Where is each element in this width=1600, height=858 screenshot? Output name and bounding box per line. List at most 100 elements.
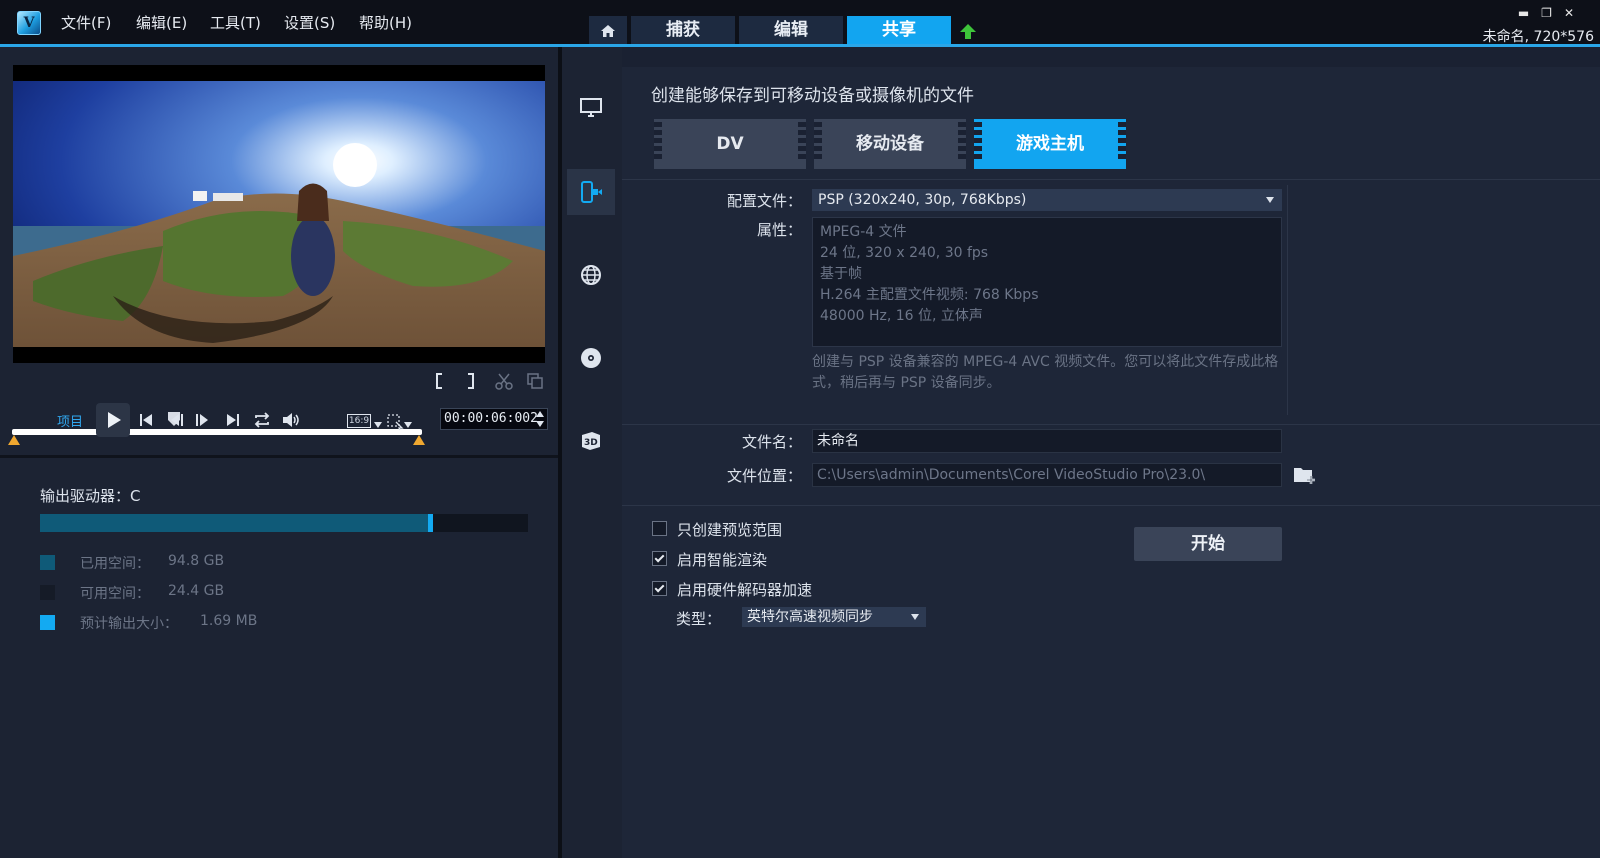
smart-render-checkbox[interactable] bbox=[652, 551, 667, 566]
timecode-stepper-icon[interactable] bbox=[535, 409, 545, 429]
copy-clip-icon[interactable] bbox=[526, 372, 544, 390]
globe-icon bbox=[581, 265, 601, 285]
output-drive-panel: 输出驱动器：C 已用空间： 94.8 GB 可用空间： 24.4 GB 预计输出… bbox=[0, 458, 558, 858]
hw-decoder-checkbox[interactable] bbox=[652, 581, 667, 596]
menu-file[interactable]: 文件(F) bbox=[61, 12, 111, 33]
file-location-input[interactable]: C:\Users\admin\Documents\Corel VideoStud… bbox=[812, 463, 1282, 487]
disc-icon bbox=[581, 348, 601, 368]
mark-in-icon[interactable] bbox=[433, 372, 445, 390]
aspect-ratio-dropdown-icon[interactable] bbox=[374, 422, 382, 428]
tab-capture[interactable]: 捕获 bbox=[631, 16, 735, 45]
previous-frame-icon[interactable] bbox=[168, 411, 186, 429]
chevron-down-icon bbox=[911, 614, 919, 620]
preview-window[interactable] bbox=[13, 65, 545, 363]
format-tab-console[interactable]: 游戏主机 bbox=[974, 119, 1126, 169]
attributes-label: 属性： bbox=[756, 221, 802, 239]
rail-disc[interactable] bbox=[567, 335, 615, 381]
timecode-field[interactable]: 00:00:06:002 bbox=[440, 408, 548, 430]
profile-value: PSP (320x240, 30p, 768Kbps) bbox=[818, 192, 1027, 208]
type-dropdown[interactable]: 英特尔高速视频同步 bbox=[742, 607, 926, 627]
rail-web[interactable] bbox=[567, 252, 615, 298]
tab-edit[interactable]: 编辑 bbox=[739, 16, 843, 45]
free-value: 24.4 GB bbox=[168, 583, 225, 599]
hw-decoder-label: 启用硬件解码器加速 bbox=[677, 581, 813, 599]
app-logo-icon[interactable]: V bbox=[17, 11, 41, 35]
attribute-line: 48000 Hz, 16 位, 立体声 bbox=[820, 308, 983, 324]
crop-select-icon[interactable] bbox=[386, 413, 404, 431]
checkmark-icon bbox=[654, 582, 665, 593]
volume-icon[interactable] bbox=[281, 411, 301, 429]
format-tab-mobile[interactable]: 移动设备 bbox=[814, 119, 966, 169]
preview-range-checkbox[interactable] bbox=[652, 521, 667, 536]
profile-label: 配置文件： bbox=[726, 192, 802, 210]
mark-in-handle[interactable] bbox=[8, 435, 20, 445]
device-export-icon bbox=[581, 181, 602, 203]
menu-edit[interactable]: 编辑(E) bbox=[136, 12, 187, 33]
section-divider bbox=[622, 424, 1600, 425]
window-controls: ▬❐✕ bbox=[1518, 6, 1586, 20]
menu-tools[interactable]: 工具(T) bbox=[210, 12, 261, 33]
type-value: 英特尔高速视频同步 bbox=[747, 609, 873, 625]
attributes-box: MPEG-4 文件 24 位, 320 x 240, 30 fps 基于帧 H.… bbox=[812, 217, 1282, 347]
format-tab-dv-label: DV bbox=[716, 134, 744, 154]
home-icon bbox=[601, 25, 615, 37]
tab-share[interactable]: 共享 bbox=[847, 16, 951, 45]
used-swatch bbox=[40, 555, 55, 570]
rail-device[interactable] bbox=[567, 169, 615, 215]
go-to-end-icon[interactable] bbox=[224, 411, 242, 429]
title-bar: V 文件(F) 编辑(E) 工具(T) 设置(S) 帮助(H) 捕获 编辑 共享… bbox=[0, 0, 1600, 46]
mark-out-icon[interactable] bbox=[465, 372, 477, 390]
go-to-start-icon[interactable] bbox=[137, 411, 155, 429]
repeat-icon[interactable] bbox=[252, 411, 272, 429]
minimize-icon[interactable]: ▬ bbox=[1518, 6, 1541, 20]
start-button[interactable]: 开始 bbox=[1134, 527, 1282, 561]
used-label: 已用空间： bbox=[80, 556, 150, 572]
chevron-down-icon bbox=[1266, 197, 1274, 203]
preview-video-frame bbox=[13, 81, 545, 347]
aspect-ratio-button[interactable]: 16:9 bbox=[347, 414, 371, 428]
panel-top-strip bbox=[622, 47, 1600, 67]
upload-arrow-icon[interactable] bbox=[958, 22, 978, 42]
output-drive-label: 输出驱动器：C bbox=[40, 487, 141, 505]
menu-settings[interactable]: 设置(S) bbox=[284, 12, 335, 33]
format-tab-dv[interactable]: DV bbox=[654, 119, 806, 169]
estimated-label: 预计输出大小： bbox=[80, 616, 178, 632]
used-value: 94.8 GB bbox=[168, 553, 225, 569]
restore-icon[interactable]: ❐ bbox=[1541, 6, 1564, 20]
panel-title: 创建能够保存到可移动设备或摄像机的文件 bbox=[651, 86, 974, 106]
section-divider bbox=[622, 179, 1600, 180]
svg-text:3D: 3D bbox=[584, 438, 598, 448]
mark-out-handle[interactable] bbox=[413, 435, 425, 445]
filename-label: 文件名： bbox=[741, 433, 802, 451]
estimated-value: 1.69 MB bbox=[200, 613, 258, 629]
profile-description: 创建与 PSP 设备兼容的 MPEG-4 AVC 视频文件。您可以将此文件存成此… bbox=[812, 354, 1279, 391]
rail-computer[interactable] bbox=[567, 85, 615, 131]
monitor-icon bbox=[580, 98, 602, 117]
attribute-line: H.264 主配置文件视频: 768 Kbps bbox=[820, 287, 1039, 303]
close-icon[interactable]: ✕ bbox=[1564, 6, 1586, 20]
tab-home[interactable] bbox=[589, 16, 627, 45]
location-label: 文件位置： bbox=[726, 467, 802, 485]
menu-help[interactable]: 帮助(H) bbox=[359, 12, 412, 33]
format-tab-console-label: 游戏主机 bbox=[1016, 134, 1084, 154]
filename-input[interactable]: 未命名 bbox=[812, 429, 1282, 453]
play-button[interactable] bbox=[96, 403, 130, 437]
project-info: 未命名, 720*576 bbox=[1482, 29, 1594, 45]
section-divider-vertical bbox=[1287, 185, 1288, 415]
profile-dropdown[interactable]: PSP (320x240, 30p, 768Kbps) bbox=[812, 189, 1282, 211]
next-frame-icon[interactable] bbox=[193, 411, 211, 429]
format-tab-mobile-label: 移动设备 bbox=[856, 134, 924, 154]
preview-range-label: 只创建预览范围 bbox=[677, 521, 783, 539]
attribute-line: 24 位, 320 x 240, 30 fps bbox=[820, 245, 989, 261]
project-mode-label[interactable]: 项目 bbox=[57, 411, 83, 430]
free-label: 可用空间： bbox=[80, 586, 150, 602]
browse-folder-icon[interactable] bbox=[1293, 465, 1317, 485]
3d-icon: 3D bbox=[582, 432, 600, 450]
scissors-icon[interactable] bbox=[495, 372, 513, 390]
free-swatch bbox=[40, 585, 55, 600]
left-panel: 项目 16:9 00:00:06:002 输出驱动器：C 已用空间： 94.8 … bbox=[0, 47, 558, 858]
smart-render-label: 启用智能渲染 bbox=[677, 551, 768, 569]
rail-3d[interactable]: 3D bbox=[567, 418, 615, 464]
estimated-swatch bbox=[40, 615, 55, 630]
crop-select-dropdown-icon[interactable] bbox=[404, 422, 412, 428]
